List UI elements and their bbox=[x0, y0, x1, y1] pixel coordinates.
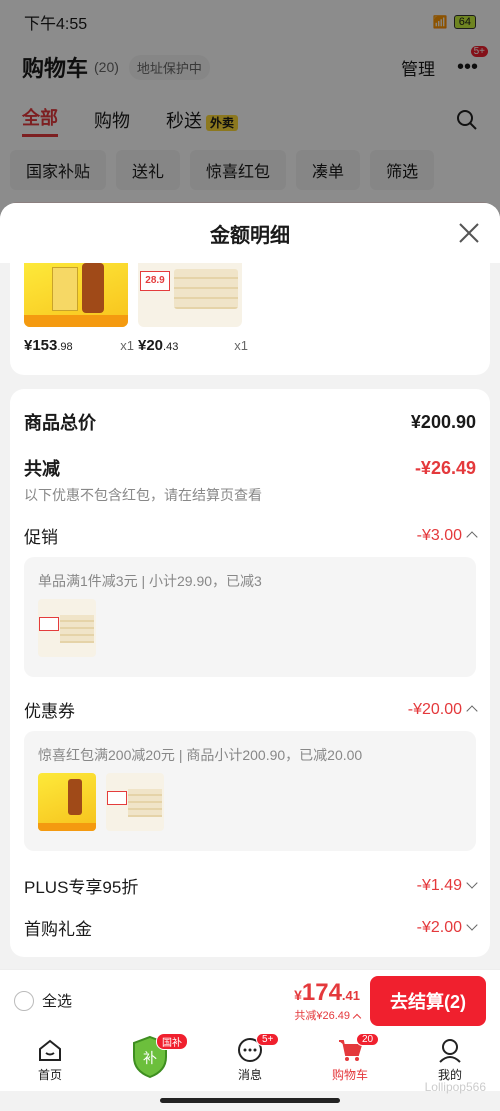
discount-note: 以下优惠不包含红包，请在结算页查看 bbox=[24, 487, 262, 503]
item-price: ¥153.98 bbox=[24, 337, 73, 354]
promo-amount: -¥3.00 bbox=[416, 526, 462, 544]
chevron-up-icon bbox=[466, 705, 478, 717]
coupon-label: 优惠券 bbox=[24, 702, 75, 721]
coupon-detail-box: 惊喜红包满200减20元 | 商品小计200.90，已减20.00 bbox=[24, 731, 476, 851]
home-icon bbox=[39, 1039, 61, 1061]
coupon-desc: 惊喜红包满200减20元 | 商品小计200.90，已减20.00 bbox=[38, 747, 363, 763]
chevron-down-icon bbox=[466, 877, 478, 889]
select-all-radio[interactable] bbox=[14, 990, 34, 1011]
product-thumbnail bbox=[24, 263, 128, 327]
product-thumbnail: 28.9 bbox=[138, 263, 242, 327]
item-price-int: ¥20 bbox=[138, 337, 164, 354]
total-row: 商品总价 ¥200.90 bbox=[24, 409, 476, 435]
cart-item[interactable]: 28.9 ¥20.43 x1 bbox=[138, 263, 248, 354]
promo-desc: 单品满1件减3元 | 小计29.90，已减3 bbox=[38, 573, 262, 589]
gift-label: 首购礼金 bbox=[24, 920, 92, 939]
plus-discount-row[interactable]: PLUS专享95折 -¥1.49 bbox=[24, 873, 478, 898]
nav-home[interactable]: 首页 bbox=[0, 1031, 100, 1091]
sheet-title: 金额明细 bbox=[210, 224, 290, 247]
nav-messages-label: 消息 bbox=[237, 1068, 262, 1082]
plus-amount: -¥1.49 bbox=[416, 876, 462, 894]
gift-value: -¥2.00 bbox=[416, 918, 478, 937]
coupon-value: -¥20.00 bbox=[407, 700, 478, 719]
price-detail-card: 商品总价 ¥200.90 共减 -¥26.49 以下优惠不包含红包，请在结算页查… bbox=[10, 389, 490, 957]
items-card: ¥153.98 x1 28.9 ¥20.43 x1 bbox=[10, 263, 490, 375]
nav-messages-badge: 5+ bbox=[256, 1033, 280, 1046]
nav-cart-label: 购物车 bbox=[331, 1068, 368, 1082]
coupon-amount: -¥20.00 bbox=[407, 700, 462, 718]
nav-subsidy-badge: 国补 bbox=[156, 1033, 188, 1050]
total-value: ¥200.90 bbox=[410, 411, 476, 432]
nav-cart[interactable]: 购物车 20 bbox=[300, 1031, 400, 1091]
item-price-int: ¥153 bbox=[24, 337, 58, 354]
cart-item[interactable]: ¥153.98 x1 bbox=[24, 263, 134, 354]
item-price: ¥20.43 bbox=[138, 337, 178, 354]
close-icon[interactable] bbox=[456, 220, 482, 246]
gift-amount: -¥2.00 bbox=[416, 918, 462, 936]
sheet-header: 金额明细 bbox=[0, 203, 500, 263]
product-thumbnail bbox=[38, 773, 96, 831]
total-label: 商品总价 bbox=[24, 413, 96, 433]
product-thumbnail bbox=[38, 599, 96, 657]
chevron-up-icon bbox=[466, 531, 478, 543]
home-indicator[interactable] bbox=[160, 1098, 340, 1103]
item-qty: x1 bbox=[234, 338, 248, 353]
svg-text:补: 补 bbox=[143, 1051, 157, 1067]
checkout-button[interactable]: 去结算(2) bbox=[370, 975, 486, 1026]
first-order-gift-row[interactable]: 首购礼金 -¥2.00 bbox=[24, 915, 478, 940]
promo-row[interactable]: 促销 -¥3.00 bbox=[24, 523, 478, 548]
reduce-value: -¥26.49 bbox=[414, 457, 476, 478]
nav-messages[interactable]: 消息 5+ bbox=[200, 1031, 300, 1091]
checkout-summary: ¥174.41 共减¥26.49 bbox=[294, 979, 362, 1023]
promo-label: 促销 bbox=[24, 528, 58, 547]
nav-cart-badge: 20 bbox=[356, 1033, 380, 1046]
promo-detail-box: 单品满1件减3元 | 小计29.90，已减3 bbox=[24, 557, 476, 677]
promo-value: -¥3.00 bbox=[416, 526, 478, 545]
chevron-down-icon bbox=[466, 919, 478, 931]
total-integer: 174 bbox=[301, 978, 342, 1006]
checkout-bar: 全选 ¥174.41 共减¥26.49 去结算(2) bbox=[0, 969, 500, 1031]
watermark: Lollipop566 bbox=[424, 1080, 486, 1094]
coupon-row[interactable]: 优惠券 -¥20.00 bbox=[24, 697, 478, 722]
plus-label: PLUS专享95折 bbox=[24, 878, 139, 897]
item-qty: x1 bbox=[120, 338, 134, 353]
saved-text: 共减¥26.49 bbox=[294, 1009, 350, 1022]
total-decimal: .41 bbox=[341, 987, 360, 1003]
nav-home-label: 首页 bbox=[37, 1068, 62, 1082]
reduce-row: 共减 -¥26.49 bbox=[24, 455, 476, 481]
item-price-dec: .43 bbox=[163, 341, 179, 353]
chevron-up-icon bbox=[352, 1013, 362, 1022]
select-all-label[interactable]: 全选 bbox=[42, 990, 72, 1011]
plus-value: -¥1.49 bbox=[416, 876, 478, 895]
item-price-dec: .98 bbox=[57, 341, 73, 353]
reduce-label: 共减 bbox=[24, 459, 60, 479]
profile-icon bbox=[439, 1039, 461, 1063]
nav-subsidy[interactable]: 补 国补 bbox=[100, 1031, 200, 1091]
product-thumbnail bbox=[106, 773, 164, 831]
currency-symbol: ¥ bbox=[294, 986, 302, 1003]
checkout-saved[interactable]: 共减¥26.49 bbox=[294, 1007, 362, 1023]
checkout-total: ¥174.41 bbox=[294, 979, 360, 1007]
